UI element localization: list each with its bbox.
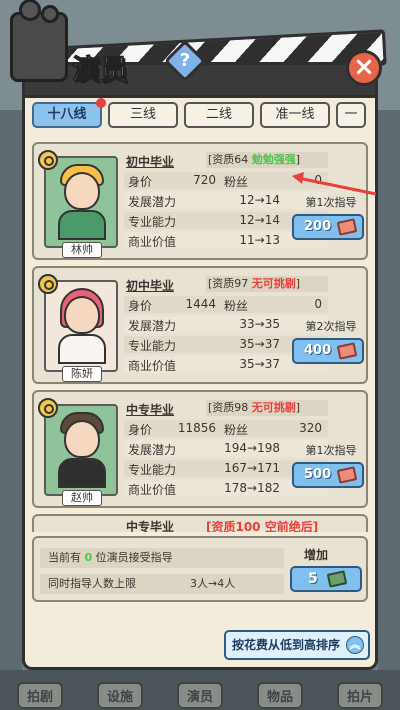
- page-title: 演员: [71, 53, 129, 87]
- quality-badge: [资质98 无可挑剔]: [206, 400, 328, 416]
- chevron-up-icon: ︽: [346, 636, 364, 654]
- actor-name: 陈妍: [62, 366, 102, 382]
- potential-value: 194→198: [224, 441, 280, 455]
- education: 初中毕业: [126, 279, 175, 293]
- increase-button[interactable]: 5: [290, 566, 362, 592]
- tab-tier-1[interactable]: 一: [336, 102, 366, 128]
- tab-tier-18[interactable]: 十八线: [32, 102, 102, 128]
- guide-count: 第1次指导: [305, 444, 357, 457]
- guide-button[interactable]: 500: [292, 462, 364, 488]
- actor-portrait[interactable]: 赵帅: [44, 404, 118, 506]
- close-button[interactable]: ×: [346, 50, 382, 86]
- potential-value: 33→35: [239, 317, 280, 331]
- background-right: [378, 110, 400, 710]
- actor-portrait[interactable]: 林帅: [44, 156, 118, 258]
- nav-item[interactable]: 拍片: [336, 681, 383, 709]
- tab-tier-semi-1[interactable]: 准一线: [260, 102, 330, 128]
- money-icon: [336, 342, 358, 360]
- commercial-label: 商业价值: [128, 235, 177, 249]
- fans-label: 粉丝: [224, 299, 249, 313]
- ability-value: 167→171: [224, 461, 280, 475]
- nav-item[interactable]: 拍剧: [16, 681, 63, 709]
- commercial-value: 11→13: [239, 233, 280, 247]
- tab-tier-3[interactable]: 三线: [108, 102, 178, 128]
- ability-label: 专业能力: [128, 339, 177, 353]
- actor-card: 赵帅 中专毕业 [资质98 无可挑剔] 身价 11856 粉丝 320 发展潜力…: [32, 390, 368, 508]
- notification-dot: [96, 98, 106, 108]
- sort-button[interactable]: 按花费从低到高排序 ︽: [224, 630, 370, 660]
- magnify-icon[interactable]: [38, 150, 58, 170]
- ability-value: 35→37: [239, 337, 280, 351]
- actor-card: 陈妍 初中毕业 [资质97 无可挑剔] 身价 1444 粉丝 0 发展潜力 33…: [32, 266, 368, 384]
- camera-icon: [10, 0, 68, 82]
- tier-tabs: 十八线 三线 二线 准一线 一: [32, 102, 372, 130]
- commercial-value: 178→182: [224, 481, 280, 495]
- price-value: 720: [193, 173, 216, 187]
- tab-tier-2[interactable]: 二线: [184, 102, 254, 128]
- guidance-summary: 当前有 0 位演员接受指导 同时指导人数上限 3人→4人 增加 5: [32, 536, 368, 602]
- increase-label: 增加: [304, 548, 329, 562]
- price-label: 身价: [128, 423, 153, 437]
- money-icon: [336, 466, 358, 484]
- actor-portrait[interactable]: 陈妍: [44, 280, 118, 382]
- quality-badge: [资质100 空前绝后]: [206, 520, 319, 532]
- nav-item[interactable]: 设施: [96, 681, 143, 709]
- fans-label: 粉丝: [224, 423, 249, 437]
- actor-name: 赵帅: [62, 490, 102, 506]
- guide-count: 第2次指导: [305, 320, 357, 333]
- ability-value: 12→14: [239, 213, 280, 227]
- guidance-limit: 同时指导人数上限 3人→4人: [40, 574, 284, 594]
- red-arrow-annotation: [292, 172, 377, 196]
- fans-value: 320: [299, 421, 322, 435]
- quality-badge: [资质64 勉勉强强]: [206, 152, 328, 168]
- ticket-icon: [326, 570, 348, 588]
- education: 中专毕业: [126, 520, 175, 532]
- education: 中专毕业: [126, 403, 175, 417]
- commercial-label: 商业价值: [128, 359, 177, 373]
- magnify-icon[interactable]: [38, 274, 58, 294]
- nav-item[interactable]: 演员: [176, 681, 223, 709]
- nav-item[interactable]: 物品: [256, 681, 303, 709]
- ability-label: 专业能力: [128, 463, 177, 477]
- actor-card-partial: 中专毕业 [资质100 空前绝后]: [32, 514, 368, 532]
- current-guidance: 当前有 0 位演员接受指导: [40, 548, 284, 568]
- ability-label: 专业能力: [128, 215, 177, 229]
- price-value: 11856: [177, 421, 216, 435]
- price-label: 身价: [128, 299, 153, 313]
- education: 初中毕业: [126, 155, 175, 169]
- background-left: [0, 110, 22, 710]
- magnify-icon[interactable]: [38, 398, 58, 418]
- commercial-label: 商业价值: [128, 483, 177, 497]
- potential-label: 发展潜力: [128, 195, 177, 209]
- bottom-nav: 拍剧 设施 演员 物品 拍片: [0, 680, 400, 710]
- quality-badge: [资质97 无可挑剔]: [206, 276, 328, 292]
- money-icon: [336, 218, 358, 236]
- guide-button[interactable]: 400: [292, 338, 364, 364]
- potential-label: 发展潜力: [128, 319, 177, 333]
- price-value: 1444: [185, 297, 216, 311]
- guide-button[interactable]: 200: [292, 214, 364, 240]
- price-label: 身价: [128, 175, 153, 189]
- fans-value: 0: [314, 297, 322, 311]
- actor-name: 林帅: [62, 242, 102, 258]
- potential-label: 发展潜力: [128, 443, 177, 457]
- fans-label: 粉丝: [224, 175, 249, 189]
- potential-value: 12→14: [239, 193, 280, 207]
- commercial-value: 35→37: [239, 357, 280, 371]
